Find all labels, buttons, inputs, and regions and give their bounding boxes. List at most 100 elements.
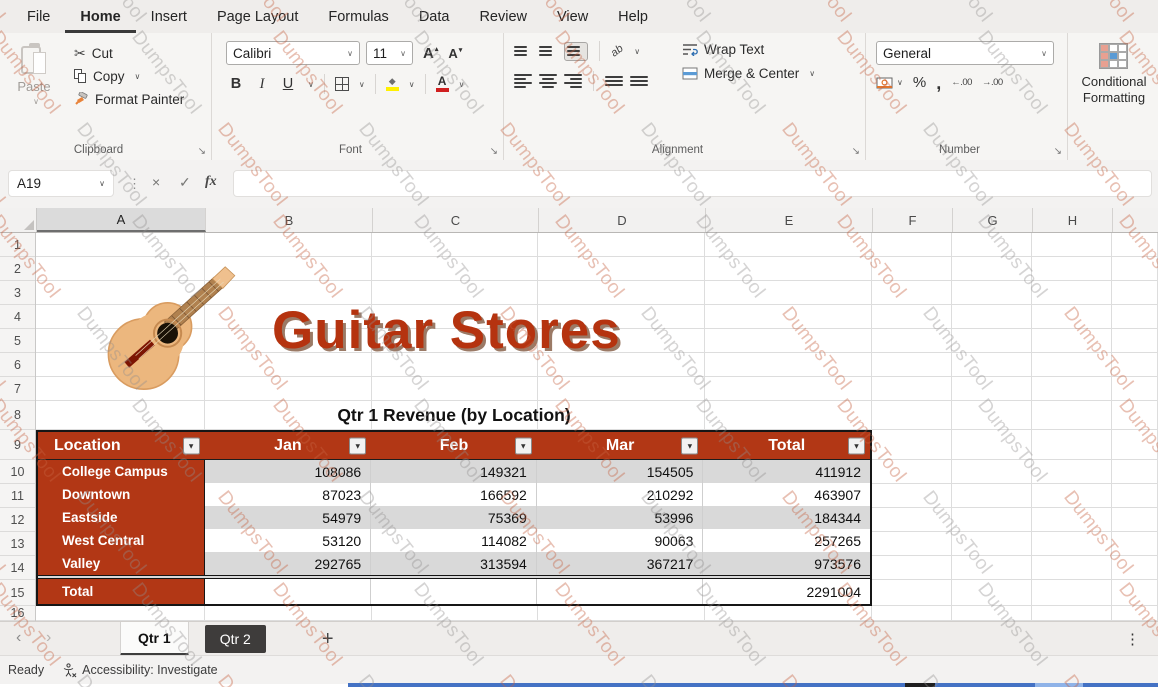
- cell-jan[interactable]: [205, 579, 372, 604]
- row-header-12[interactable]: 12: [0, 508, 35, 532]
- ribbon-tab-data[interactable]: Data: [404, 0, 465, 33]
- orientation-icon[interactable]: ab: [609, 43, 626, 60]
- cells-area[interactable]: Guitar Stores Qtr 1 Revenue (by Location…: [36, 233, 1158, 621]
- cell-mar[interactable]: 53996: [537, 506, 704, 529]
- table-header-location[interactable]: Location▾: [38, 432, 205, 459]
- column-header-B[interactable]: B: [206, 208, 373, 232]
- row-header-2[interactable]: 2: [0, 257, 35, 281]
- row-header-14[interactable]: 14: [0, 556, 35, 580]
- table-header-total[interactable]: Total▾: [703, 432, 870, 459]
- bold-button[interactable]: B: [226, 76, 246, 92]
- row-header-4[interactable]: 4: [0, 305, 35, 329]
- row-header-3[interactable]: 3: [0, 281, 35, 305]
- cell-location[interactable]: College Campus: [38, 460, 205, 483]
- cell-total[interactable]: 463907: [703, 483, 870, 506]
- prev-sheet-icon[interactable]: ‹: [16, 629, 21, 647]
- ribbon-tab-insert[interactable]: Insert: [136, 0, 202, 33]
- font-dialog-launcher-icon[interactable]: ↘: [490, 146, 498, 157]
- row-header-1[interactable]: 1: [0, 233, 35, 257]
- row-header-10[interactable]: 10: [0, 460, 35, 484]
- row-header-7[interactable]: 7: [0, 377, 35, 401]
- cut-button[interactable]: ✂ Cut: [74, 43, 184, 64]
- italic-button[interactable]: I: [252, 76, 272, 93]
- row-header-9[interactable]: 9: [0, 430, 35, 460]
- cell-jan[interactable]: 54979: [205, 506, 372, 529]
- clipboard-dialog-launcher-icon[interactable]: ↘: [198, 146, 206, 157]
- accessibility-status[interactable]: Accessibility: Investigate: [62, 663, 217, 678]
- percent-style-button[interactable]: %: [913, 74, 926, 91]
- row-header-15[interactable]: 15: [0, 580, 35, 606]
- cell-total[interactable]: 2291004: [703, 579, 870, 604]
- align-middle-button[interactable]: [539, 44, 557, 59]
- wrap-text-button[interactable]: Wrap Text: [682, 42, 815, 57]
- cell-location[interactable]: Eastside: [38, 506, 205, 529]
- cell-mar[interactable]: 154505: [537, 460, 704, 483]
- ribbon-tab-file[interactable]: File: [12, 0, 65, 33]
- ribbon-tab-home[interactable]: Home: [65, 0, 135, 33]
- increase-indent-button[interactable]: [630, 74, 648, 89]
- filter-button[interactable]: ▾: [848, 437, 865, 454]
- cell-mar[interactable]: 210292: [537, 483, 704, 506]
- name-box[interactable]: A19 ∨: [8, 170, 114, 197]
- sheet-tab-qtr-1[interactable]: Qtr 1: [120, 622, 189, 656]
- filter-button[interactable]: ▾: [515, 437, 532, 454]
- cancel-icon[interactable]: ×: [152, 174, 160, 190]
- enter-icon[interactable]: ✓: [179, 174, 191, 191]
- alignment-dialog-launcher-icon[interactable]: ↘: [852, 146, 860, 157]
- cell-jan[interactable]: 108086: [205, 460, 372, 483]
- align-top-button[interactable]: [514, 44, 532, 59]
- select-all-corner[interactable]: [0, 208, 37, 232]
- cell-feb[interactable]: [371, 579, 537, 604]
- cell-jan[interactable]: 87023: [205, 483, 372, 506]
- ribbon-tab-help[interactable]: Help: [603, 0, 663, 33]
- number-format-combo[interactable]: General ∨: [876, 41, 1054, 65]
- accounting-format-button[interactable]: ∨: [876, 76, 903, 90]
- conditional-formatting-button[interactable]: Conditional Formatting: [1081, 43, 1146, 106]
- decrease-indent-button[interactable]: [605, 74, 623, 89]
- column-header-G[interactable]: G: [953, 208, 1033, 232]
- column-header-H[interactable]: H: [1033, 208, 1113, 232]
- cell-location[interactable]: West Central: [38, 529, 205, 552]
- column-header-F[interactable]: F: [873, 208, 953, 232]
- increase-font-size-button[interactable]: A▴: [423, 45, 438, 62]
- align-left-button[interactable]: [514, 74, 532, 89]
- cell-mar[interactable]: [537, 579, 704, 604]
- cell-total[interactable]: 257265: [703, 529, 870, 552]
- ribbon-tab-formulas[interactable]: Formulas: [313, 0, 403, 33]
- cell-total[interactable]: 411912: [703, 460, 870, 483]
- filter-button[interactable]: ▾: [349, 437, 366, 454]
- cell-feb[interactable]: 149321: [371, 460, 537, 483]
- cell-total[interactable]: 973576: [703, 552, 870, 575]
- font-size-combo[interactable]: 11 ∨: [366, 41, 413, 65]
- table-header-feb[interactable]: Feb▾: [371, 432, 537, 459]
- increase-decimal-button[interactable]: ←.00: [951, 77, 972, 88]
- borders-button[interactable]: [335, 77, 349, 91]
- cell-location[interactable]: Valley: [38, 552, 205, 575]
- column-header-A[interactable]: A: [37, 208, 206, 232]
- cell-feb[interactable]: 166592: [371, 483, 537, 506]
- column-header-D[interactable]: D: [539, 208, 706, 232]
- underline-button[interactable]: U: [278, 76, 298, 92]
- decrease-decimal-button[interactable]: →.00: [982, 77, 1003, 88]
- cell-jan[interactable]: 53120: [205, 529, 372, 552]
- table-header-mar[interactable]: Mar▾: [537, 432, 704, 459]
- format-painter-button[interactable]: Format Painter: [74, 89, 184, 110]
- cell-feb[interactable]: 313594: [371, 552, 537, 575]
- cell-mar[interactable]: 90063: [537, 529, 704, 552]
- column-header-partial[interactable]: [1113, 208, 1158, 232]
- next-sheet-icon[interactable]: ›: [46, 629, 51, 647]
- ribbon-tab-view[interactable]: View: [542, 0, 603, 33]
- column-header-C[interactable]: C: [373, 208, 539, 232]
- sheet-tab-more-icon[interactable]: ⋮: [1125, 630, 1140, 648]
- sheet-tab-qtr-2[interactable]: Qtr 2: [205, 625, 266, 653]
- align-center-button[interactable]: [539, 74, 557, 89]
- decrease-font-size-button[interactable]: A▾: [448, 46, 462, 61]
- add-sheet-button[interactable]: +: [322, 628, 334, 651]
- insert-function-icon[interactable]: fx: [205, 174, 217, 190]
- ribbon-tab-page-layout[interactable]: Page Layout: [202, 0, 313, 33]
- cell-jan[interactable]: 292765: [205, 552, 372, 575]
- row-header-11[interactable]: 11: [0, 484, 35, 508]
- row-header-13[interactable]: 13: [0, 532, 35, 556]
- fill-color-button[interactable]: ◆: [386, 77, 399, 91]
- cell-location[interactable]: Total: [38, 579, 205, 604]
